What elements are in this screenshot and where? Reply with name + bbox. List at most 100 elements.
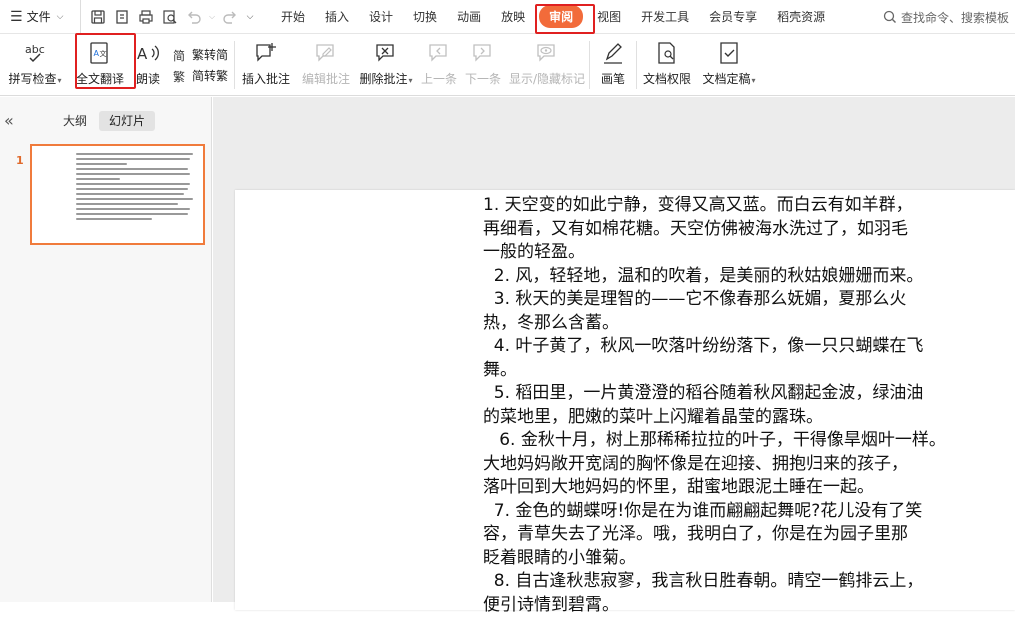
thumbnail-line bbox=[76, 208, 190, 210]
slide-text-line: 5. 稻田里，一片黄澄澄的稻谷随着秋风翻起金波，绿油油 bbox=[483, 382, 983, 406]
undo-dropdown-icon[interactable]: ⌵ bbox=[207, 6, 217, 28]
document-permission-button[interactable]: 文档权限 bbox=[637, 34, 697, 96]
insert-comment-button[interactable]: 插入批注 bbox=[235, 34, 297, 96]
slide-text-box[interactable]: 1. 天空变的如此宁静，变得又高又蓝。而白云有如羊群， 再细看，又有如棉花糖。天… bbox=[483, 194, 983, 617]
file-menu[interactable]: ☰ 文件 ⌵ bbox=[0, 0, 80, 33]
pane-header: « 大纲 幻灯片 bbox=[0, 109, 212, 131]
read-aloud-icon: A bbox=[135, 38, 161, 68]
simp-to-trad-button[interactable]: 繁 简转繁 bbox=[172, 67, 228, 84]
slide-text-line: 热，冬那么含蓄。 bbox=[483, 312, 983, 336]
tab-label: 设计 bbox=[369, 8, 393, 25]
document-finalize-icon bbox=[716, 38, 742, 68]
delete-comment-label: 删除批注 bbox=[360, 72, 408, 86]
edit-comment-icon bbox=[313, 38, 339, 68]
tab-member[interactable]: 会员专享 bbox=[699, 0, 767, 33]
slide-text-line: 8. 自古逢秋悲寂寥，我言秋日胜春朝。晴空一鹤排云上， bbox=[483, 570, 983, 594]
print-preview-icon[interactable] bbox=[159, 6, 181, 28]
save-icon[interactable] bbox=[87, 6, 109, 28]
slide-thumbnail[interactable] bbox=[30, 144, 205, 245]
search-placeholder: 查找命令、搜索模板 bbox=[901, 9, 1009, 26]
tab-animations[interactable]: 动画 bbox=[447, 0, 491, 33]
tab-label: 视图 bbox=[597, 8, 621, 25]
next-comment-button[interactable]: 下一条 bbox=[461, 34, 505, 96]
insert-comment-label: 插入批注 bbox=[242, 70, 290, 87]
tab-review[interactable]: 审阅 bbox=[535, 0, 587, 33]
menu-bar: ☰ 文件 ⌵ ⌵ ⌵ 开始 插入 设计 切换 动画 放映 审阅 视图 bbox=[0, 0, 1015, 34]
tab-label: 动画 bbox=[457, 8, 481, 25]
slide-text-line: 眨着眼睛的小雏菊。 bbox=[483, 547, 983, 571]
collapse-pane-icon[interactable]: « bbox=[4, 111, 14, 130]
simp-trad-icon: 繁 bbox=[172, 68, 188, 84]
edit-comment-button[interactable]: 编辑批注 bbox=[297, 34, 355, 96]
command-search[interactable]: 查找命令、搜索模板 bbox=[883, 0, 1015, 34]
thumbnail-line bbox=[76, 188, 188, 190]
current-slide[interactable]: 1. 天空变的如此宁静，变得又高又蓝。而白云有如羊群， 再细看，又有如棉花糖。天… bbox=[235, 190, 1015, 610]
previous-comment-button[interactable]: 上一条 bbox=[417, 34, 461, 96]
hamburger-icon: ☰ bbox=[10, 9, 23, 25]
slide-text-line: 落叶回到大地妈妈的怀里，甜蜜地跟泥土睡在一起。 bbox=[483, 476, 983, 500]
ribbon-tabs: 开始 插入 设计 切换 动画 放映 审阅 视图 开发工具 会员专享 稻壳资源 bbox=[271, 0, 835, 33]
tab-slideshow[interactable]: 放映 bbox=[491, 0, 535, 33]
tab-label: 插入 bbox=[325, 8, 349, 25]
tab-label: 开发工具 bbox=[641, 8, 689, 25]
tab-home[interactable]: 开始 bbox=[271, 0, 315, 33]
quick-access-toolbar: ⌵ ⌵ bbox=[80, 0, 257, 33]
print-icon[interactable] bbox=[135, 6, 157, 28]
document-finalize-button[interactable]: 文档定稿▾ bbox=[697, 34, 761, 96]
slide-text-line: 3. 秋天的美是理智的——它不像春那么妩媚，夏那么火 bbox=[483, 288, 983, 312]
slide-text-line: 6. 金秋十月，树上那稀稀拉拉的叶子，干得像旱烟叶一样。 bbox=[483, 429, 983, 453]
export-pdf-icon[interactable] bbox=[111, 6, 133, 28]
tab-view[interactable]: 视图 bbox=[587, 0, 631, 33]
undo-icon[interactable] bbox=[183, 6, 205, 28]
dropdown-arrow-icon: ▾ bbox=[58, 76, 62, 85]
file-menu-label: 文件 bbox=[27, 8, 51, 25]
pen-icon bbox=[600, 38, 626, 68]
thumbnail-line bbox=[76, 173, 190, 175]
thumbnail-line bbox=[76, 218, 152, 220]
slide-text-line: 的菜地里，肥嫩的菜叶上闪耀着晶莹的露珠。 bbox=[483, 406, 983, 430]
trad-to-simp-button[interactable]: 简 繁转简 bbox=[172, 46, 228, 63]
trad-to-simp-label: 繁转简 bbox=[192, 46, 228, 63]
tab-developer[interactable]: 开发工具 bbox=[631, 0, 699, 33]
edit-comment-label: 编辑批注 bbox=[302, 70, 350, 87]
simp-to-trad-label: 简转繁 bbox=[192, 67, 228, 84]
tab-docer[interactable]: 稻壳资源 bbox=[767, 0, 835, 33]
svg-text:A: A bbox=[137, 45, 148, 63]
slide-editing-canvas: 1. 天空变的如此宁静，变得又高又蓝。而白云有如羊群， 再细看，又有如棉花糖。天… bbox=[213, 97, 1015, 602]
slide-number: 1 bbox=[16, 154, 24, 167]
tab-design[interactable]: 设计 bbox=[359, 0, 403, 33]
redo-icon[interactable] bbox=[219, 6, 241, 28]
svg-text:简: 简 bbox=[173, 49, 185, 63]
chevron-down-icon: ⌵ bbox=[57, 12, 64, 22]
customize-toolbar-icon[interactable]: ⌵ bbox=[243, 6, 257, 28]
show-hide-marks-button[interactable]: 显示/隐藏标记 bbox=[505, 34, 589, 96]
spell-check-button[interactable]: abc 拼写检查▾ bbox=[0, 34, 70, 96]
review-ribbon: abc 拼写检查▾ A文 全文翻译 A 朗读 简 繁转简 繁 简转繁 插入批注 bbox=[0, 34, 1015, 96]
tab-label: 稻壳资源 bbox=[777, 8, 825, 25]
thumbnail-line bbox=[76, 203, 178, 205]
tab-outline[interactable]: 大纲 bbox=[53, 111, 97, 131]
slide-text-line: 大地妈妈敞开宽阔的胸怀像是在迎接、拥抱归来的孩子， bbox=[483, 453, 983, 477]
thumbnail-line bbox=[76, 158, 190, 160]
slide-text-line: 容，青草失去了光泽。哦，我明白了，你是在为园子里那 bbox=[483, 523, 983, 547]
pen-button[interactable]: 画笔 bbox=[590, 34, 636, 96]
search-icon bbox=[883, 10, 897, 24]
slide-text-line: 便引诗情到碧霄。 bbox=[483, 594, 983, 617]
delete-comment-button[interactable]: 删除批注▾ bbox=[355, 34, 417, 96]
translate-highlight-box bbox=[75, 33, 136, 89]
spell-check-icon: abc bbox=[22, 38, 48, 68]
slide-text-line: 2. 风，轻轻地，温和的吹着，是美丽的秋姑娘姗姗而来。 bbox=[483, 265, 983, 289]
slide-text-line: 1. 天空变的如此宁静，变得又高又蓝。而白云有如羊群， bbox=[483, 194, 983, 218]
tab-slides[interactable]: 幻灯片 bbox=[99, 111, 155, 131]
tab-label: 切换 bbox=[413, 8, 437, 25]
pen-label: 画笔 bbox=[601, 70, 625, 87]
svg-text:繁: 繁 bbox=[173, 69, 185, 84]
tab-insert[interactable]: 插入 bbox=[315, 0, 359, 33]
thumbnail-line bbox=[76, 213, 188, 215]
thumbnail-line bbox=[76, 178, 120, 180]
trad-simp-icon: 简 bbox=[172, 47, 188, 63]
dropdown-arrow-icon: ▾ bbox=[409, 76, 413, 85]
thumbnail-line bbox=[76, 163, 127, 165]
tab-transitions[interactable]: 切换 bbox=[403, 0, 447, 33]
insert-comment-icon bbox=[253, 38, 279, 68]
